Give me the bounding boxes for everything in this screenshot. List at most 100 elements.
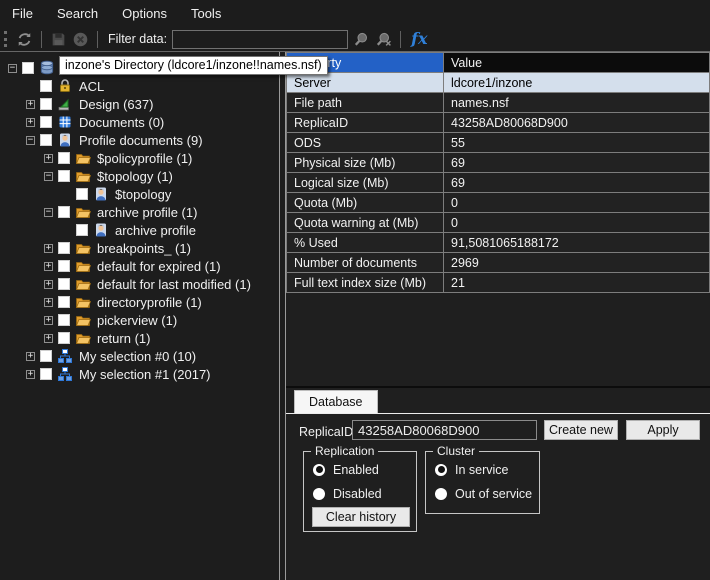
tree-item[interactable]: +default for expired (1) — [0, 257, 279, 275]
property-cell[interactable]: Physical size (Mb) — [287, 153, 444, 173]
property-row[interactable]: Number of documents2969 — [287, 253, 710, 273]
tab-database[interactable]: Database — [294, 390, 378, 413]
tree-checkbox[interactable] — [58, 314, 70, 326]
property-cell[interactable]: Number of documents — [287, 253, 444, 273]
expand-icon[interactable]: + — [44, 280, 53, 289]
property-cell[interactable]: File path — [287, 93, 444, 113]
tree-checkbox[interactable] — [76, 224, 88, 236]
expand-icon[interactable]: + — [44, 154, 53, 163]
tree-item[interactable]: +$policyprofile (1) — [0, 149, 279, 167]
value-cell[interactable]: 91,5081065188172 — [444, 233, 710, 253]
tree-item[interactable]: +Design (637) — [0, 95, 279, 113]
property-cell[interactable]: Logical size (Mb) — [287, 173, 444, 193]
tree-item[interactable]: −$topology (1) — [0, 167, 279, 185]
refresh-icon[interactable] — [16, 31, 33, 48]
expand-icon[interactable]: + — [44, 298, 53, 307]
property-cell[interactable]: Server — [287, 73, 444, 93]
tree-checkbox[interactable] — [58, 296, 70, 308]
value-cell[interactable]: names.nsf — [444, 93, 710, 113]
value-cell[interactable]: 0 — [444, 193, 710, 213]
expand-icon[interactable]: + — [44, 244, 53, 253]
tree-checkbox[interactable] — [40, 80, 52, 92]
radio-checked-icon[interactable] — [435, 464, 447, 476]
formula-icon[interactable]: fx — [409, 31, 429, 47]
clear-search-icon[interactable] — [375, 31, 392, 48]
expand-icon[interactable]: + — [44, 334, 53, 343]
cluster-option[interactable]: In service — [435, 463, 539, 476]
expand-icon[interactable]: + — [44, 316, 53, 325]
property-row[interactable]: Serverldcore1/inzone — [287, 73, 710, 93]
tree-item[interactable]: −archive profile (1) — [0, 203, 279, 221]
tree-checkbox[interactable] — [58, 332, 70, 344]
tree-checkbox[interactable] — [58, 206, 70, 218]
menu-item-file[interactable]: File — [12, 6, 33, 21]
save-icon[interactable] — [50, 31, 67, 48]
cancel-icon[interactable] — [72, 31, 89, 48]
property-row[interactable]: Physical size (Mb)69 — [287, 153, 710, 173]
tree-checkbox[interactable] — [40, 368, 52, 380]
tree-item[interactable]: +default for last modified (1) — [0, 275, 279, 293]
tree-item[interactable]: +directoryprofile (1) — [0, 293, 279, 311]
tree-checkbox[interactable] — [58, 260, 70, 272]
value-cell[interactable]: 43258AD80068D900 — [444, 113, 710, 133]
tree-checkbox[interactable] — [58, 152, 70, 164]
expand-icon[interactable]: + — [26, 118, 35, 127]
tree-checkbox[interactable] — [58, 170, 70, 182]
tree-checkbox[interactable] — [40, 116, 52, 128]
value-cell[interactable]: 69 — [444, 153, 710, 173]
value-cell[interactable]: 55 — [444, 133, 710, 153]
cluster-option[interactable]: Out of service — [435, 487, 539, 500]
property-row[interactable]: % Used91,5081065188172 — [287, 233, 710, 253]
property-cell[interactable]: % Used — [287, 233, 444, 253]
property-row[interactable]: ReplicaID43258AD80068D900 — [287, 113, 710, 133]
collapse-icon[interactable]: − — [26, 136, 35, 145]
expand-icon[interactable]: + — [44, 262, 53, 271]
value-column-header[interactable]: Value — [444, 53, 710, 73]
create-new-button[interactable]: Create new — [544, 420, 618, 440]
property-row[interactable]: ODS55 — [287, 133, 710, 153]
menu-item-tools[interactable]: Tools — [191, 6, 221, 21]
filter-input[interactable] — [172, 30, 348, 49]
tree-item[interactable]: +My selection #1 (2017) — [0, 365, 279, 383]
tree-item[interactable]: $topology — [0, 185, 279, 203]
clear-history-button[interactable]: Clear history — [312, 507, 410, 527]
expand-icon[interactable]: + — [26, 352, 35, 361]
value-cell[interactable]: 21 — [444, 273, 710, 293]
replication-option[interactable]: Disabled — [313, 487, 416, 500]
tree-item[interactable]: +pickerview (1) — [0, 311, 279, 329]
tree-item[interactable]: ACL — [0, 77, 279, 95]
property-row[interactable]: Full text index size (Mb)21 — [287, 273, 710, 293]
property-cell[interactable]: Quota warning at (Mb) — [287, 213, 444, 233]
tree-item[interactable]: +My selection #0 (10) — [0, 347, 279, 365]
property-cell[interactable]: Full text index size (Mb) — [287, 273, 444, 293]
tree-item[interactable]: archive profile — [0, 221, 279, 239]
property-cell[interactable]: ODS — [287, 133, 444, 153]
property-row[interactable]: File pathnames.nsf — [287, 93, 710, 113]
value-cell[interactable]: 0 — [444, 213, 710, 233]
tree-checkbox[interactable] — [40, 134, 52, 146]
value-cell[interactable]: 2969 — [444, 253, 710, 273]
tree-checkbox[interactable] — [58, 278, 70, 290]
collapse-icon[interactable]: − — [44, 208, 53, 217]
tree-item[interactable]: +breakpoints_ (1) — [0, 239, 279, 257]
radio-checked-icon[interactable] — [313, 464, 325, 476]
tree-checkbox[interactable] — [40, 98, 52, 110]
radio-unchecked-icon[interactable] — [313, 488, 325, 500]
collapse-icon[interactable]: − — [8, 64, 17, 73]
radio-unchecked-icon[interactable] — [435, 488, 447, 500]
tree-checkbox[interactable] — [22, 62, 34, 74]
replica-id-input[interactable] — [352, 420, 537, 440]
property-row[interactable]: Logical size (Mb)69 — [287, 173, 710, 193]
tree-checkbox[interactable] — [40, 350, 52, 362]
apply-button[interactable]: Apply — [626, 420, 700, 440]
tree-checkbox[interactable] — [76, 188, 88, 200]
tree-item[interactable]: +return (1) — [0, 329, 279, 347]
expand-icon[interactable]: + — [26, 100, 35, 109]
search-icon[interactable] — [353, 31, 370, 48]
collapse-icon[interactable]: − — [44, 172, 53, 181]
expand-icon[interactable]: + — [26, 370, 35, 379]
property-row[interactable]: Quota (Mb)0 — [287, 193, 710, 213]
property-cell[interactable]: ReplicaID — [287, 113, 444, 133]
tree-item[interactable]: −Profile documents (9) — [0, 131, 279, 149]
value-cell[interactable]: 69 — [444, 173, 710, 193]
